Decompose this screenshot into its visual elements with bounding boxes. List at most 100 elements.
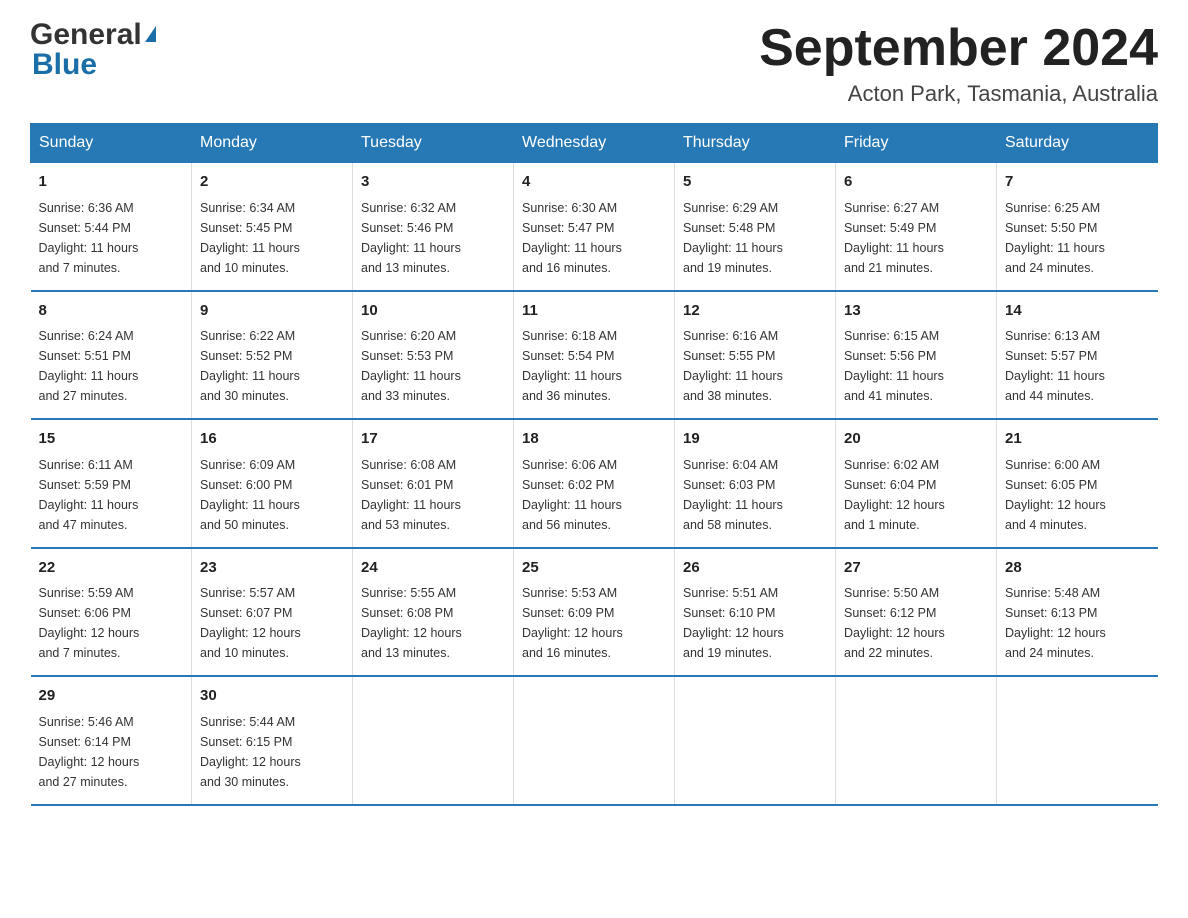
calendar-cell: 20 Sunrise: 6:02 AMSunset: 6:04 PMDayligh…: [836, 419, 997, 548]
day-info: Sunrise: 6:13 AMSunset: 5:57 PMDaylight:…: [1005, 326, 1150, 406]
day-number: 24: [361, 557, 505, 580]
day-info: Sunrise: 6:36 AMSunset: 5:44 PMDaylight:…: [39, 198, 184, 278]
day-number: 7: [1005, 171, 1150, 194]
day-number: 18: [522, 428, 666, 451]
day-info: Sunrise: 5:44 AMSunset: 6:15 PMDaylight:…: [200, 712, 344, 792]
calendar-week-2: 8 Sunrise: 6:24 AMSunset: 5:51 PMDaylight…: [31, 291, 1158, 420]
calendar-cell: 18 Sunrise: 6:06 AMSunset: 6:02 PMDayligh…: [514, 419, 675, 548]
calendar-cell: 6 Sunrise: 6:27 AMSunset: 5:49 PMDaylight…: [836, 163, 997, 291]
calendar-cell: 10Sunrise: 6:20 AMSunset: 5:53 PMDayligh…: [353, 291, 514, 420]
day-info: Sunrise: 6:30 AMSunset: 5:47 PMDaylight:…: [522, 198, 666, 278]
day-number: 28: [1005, 557, 1150, 580]
day-info: Sunrise: 6:06 AMSunset: 6:02 PMDaylight:…: [522, 455, 666, 535]
calendar-cell: 30 Sunrise: 5:44 AMSunset: 6:15 PMDayligh…: [192, 676, 353, 805]
day-info: Sunrise: 5:46 AMSunset: 6:14 PMDaylight:…: [39, 712, 184, 792]
calendar-cell: 7Sunrise: 6:25 AMSunset: 5:50 PMDaylight…: [997, 163, 1158, 291]
day-info: Sunrise: 6:00 AMSunset: 6:05 PMDaylight:…: [1005, 455, 1150, 535]
calendar-cell: 3Sunrise: 6:32 AMSunset: 5:46 PMDaylight…: [353, 163, 514, 291]
day-number: 30: [200, 685, 344, 708]
day-info: Sunrise: 6:34 AMSunset: 5:45 PMDaylight:…: [200, 198, 344, 278]
day-number: 2: [200, 171, 344, 194]
day-number: 26: [683, 557, 827, 580]
location-title: Acton Park, Tasmania, Australia: [759, 81, 1158, 107]
calendar-cell: 25Sunrise: 5:53 AMSunset: 6:09 PMDayligh…: [514, 548, 675, 677]
day-number: 22: [39, 557, 184, 580]
day-number: 1: [39, 171, 184, 194]
day-info: Sunrise: 6:16 AMSunset: 5:55 PMDaylight:…: [683, 326, 827, 406]
calendar-cell: 9Sunrise: 6:22 AMSunset: 5:52 PMDaylight…: [192, 291, 353, 420]
day-number: 20: [844, 428, 988, 451]
calendar-week-3: 15 Sunrise: 6:11 AMSunset: 5:59 PMDayligh…: [31, 419, 1158, 548]
day-info: Sunrise: 5:51 AMSunset: 6:10 PMDaylight:…: [683, 583, 827, 663]
calendar-week-4: 22 Sunrise: 5:59 AMSunset: 6:06 PMDayligh…: [31, 548, 1158, 677]
day-number: 21: [1005, 428, 1150, 451]
header-friday: Friday: [836, 124, 997, 163]
day-info: Sunrise: 5:50 AMSunset: 6:12 PMDaylight:…: [844, 583, 988, 663]
day-number: 11: [522, 300, 666, 323]
calendar-cell: 14 Sunrise: 6:13 AMSunset: 5:57 PMDayligh…: [997, 291, 1158, 420]
logo-blue-text: Blue: [32, 50, 97, 80]
day-info: Sunrise: 6:15 AMSunset: 5:56 PMDaylight:…: [844, 326, 988, 406]
day-number: 19: [683, 428, 827, 451]
logo-triangle-icon: [145, 26, 156, 42]
day-info: Sunrise: 6:24 AMSunset: 5:51 PMDaylight:…: [39, 326, 184, 406]
day-number: 10: [361, 300, 505, 323]
calendar-cell: 1 Sunrise: 6:36 AMSunset: 5:44 PMDaylight…: [31, 163, 192, 291]
calendar-week-1: 1 Sunrise: 6:36 AMSunset: 5:44 PMDaylight…: [31, 163, 1158, 291]
day-info: Sunrise: 6:27 AMSunset: 5:49 PMDaylight:…: [844, 198, 988, 278]
day-number: 6: [844, 171, 988, 194]
header-wednesday: Wednesday: [514, 124, 675, 163]
day-info: Sunrise: 5:55 AMSunset: 6:08 PMDaylight:…: [361, 583, 505, 663]
day-info: Sunrise: 5:48 AMSunset: 6:13 PMDaylight:…: [1005, 583, 1150, 663]
calendar-cell: 8 Sunrise: 6:24 AMSunset: 5:51 PMDaylight…: [31, 291, 192, 420]
logo-general-text: General: [30, 20, 142, 50]
day-number: 14: [1005, 300, 1150, 323]
header-tuesday: Tuesday: [353, 124, 514, 163]
calendar-table: SundayMondayTuesdayWednesdayThursdayFrid…: [30, 123, 1158, 806]
calendar-cell: [836, 676, 997, 805]
calendar-cell: [997, 676, 1158, 805]
calendar-cell: 28 Sunrise: 5:48 AMSunset: 6:13 PMDayligh…: [997, 548, 1158, 677]
day-number: 23: [200, 557, 344, 580]
calendar-cell: 16Sunrise: 6:09 AMSunset: 6:00 PMDayligh…: [192, 419, 353, 548]
calendar-cell: 22 Sunrise: 5:59 AMSunset: 6:06 PMDayligh…: [31, 548, 192, 677]
day-info: Sunrise: 6:22 AMSunset: 5:52 PMDaylight:…: [200, 326, 344, 406]
day-number: 29: [39, 685, 184, 708]
header-monday: Monday: [192, 124, 353, 163]
day-number: 17: [361, 428, 505, 451]
calendar-cell: 23 Sunrise: 5:57 AMSunset: 6:07 PMDayligh…: [192, 548, 353, 677]
day-number: 8: [39, 300, 184, 323]
month-title: September 2024: [759, 20, 1158, 77]
day-number: 12: [683, 300, 827, 323]
day-info: Sunrise: 6:08 AMSunset: 6:01 PMDaylight:…: [361, 455, 505, 535]
title-section: September 2024 Acton Park, Tasmania, Aus…: [759, 20, 1158, 107]
calendar-cell: [353, 676, 514, 805]
calendar-cell: 17 Sunrise: 6:08 AMSunset: 6:01 PMDayligh…: [353, 419, 514, 548]
day-info: Sunrise: 6:04 AMSunset: 6:03 PMDaylight:…: [683, 455, 827, 535]
calendar-cell: 26 Sunrise: 5:51 AMSunset: 6:10 PMDayligh…: [675, 548, 836, 677]
calendar-cell: 13 Sunrise: 6:15 AMSunset: 5:56 PMDayligh…: [836, 291, 997, 420]
calendar-cell: 29 Sunrise: 5:46 AMSunset: 6:14 PMDayligh…: [31, 676, 192, 805]
calendar-cell: 2 Sunrise: 6:34 AMSunset: 5:45 PMDaylight…: [192, 163, 353, 291]
day-info: Sunrise: 5:59 AMSunset: 6:06 PMDaylight:…: [39, 583, 184, 663]
day-number: 27: [844, 557, 988, 580]
day-number: 25: [522, 557, 666, 580]
day-number: 15: [39, 428, 184, 451]
calendar-cell: 11Sunrise: 6:18 AMSunset: 5:54 PMDayligh…: [514, 291, 675, 420]
header-thursday: Thursday: [675, 124, 836, 163]
day-info: Sunrise: 5:57 AMSunset: 6:07 PMDaylight:…: [200, 583, 344, 663]
calendar-cell: 4Sunrise: 6:30 AMSunset: 5:47 PMDaylight…: [514, 163, 675, 291]
day-number: 13: [844, 300, 988, 323]
logo: General Blue: [30, 20, 156, 80]
day-info: Sunrise: 6:09 AMSunset: 6:00 PMDaylight:…: [200, 455, 344, 535]
day-info: Sunrise: 6:11 AMSunset: 5:59 PMDaylight:…: [39, 455, 184, 535]
day-info: Sunrise: 6:02 AMSunset: 6:04 PMDaylight:…: [844, 455, 988, 535]
calendar-cell: 27 Sunrise: 5:50 AMSunset: 6:12 PMDayligh…: [836, 548, 997, 677]
page-header: General Blue September 2024 Acton Park, …: [30, 20, 1158, 107]
calendar-cell: 12 Sunrise: 6:16 AMSunset: 5:55 PMDayligh…: [675, 291, 836, 420]
calendar-cell: [514, 676, 675, 805]
calendar-week-5: 29 Sunrise: 5:46 AMSunset: 6:14 PMDayligh…: [31, 676, 1158, 805]
header-saturday: Saturday: [997, 124, 1158, 163]
calendar-cell: 21 Sunrise: 6:00 AMSunset: 6:05 PMDayligh…: [997, 419, 1158, 548]
calendar-cell: 24 Sunrise: 5:55 AMSunset: 6:08 PMDayligh…: [353, 548, 514, 677]
